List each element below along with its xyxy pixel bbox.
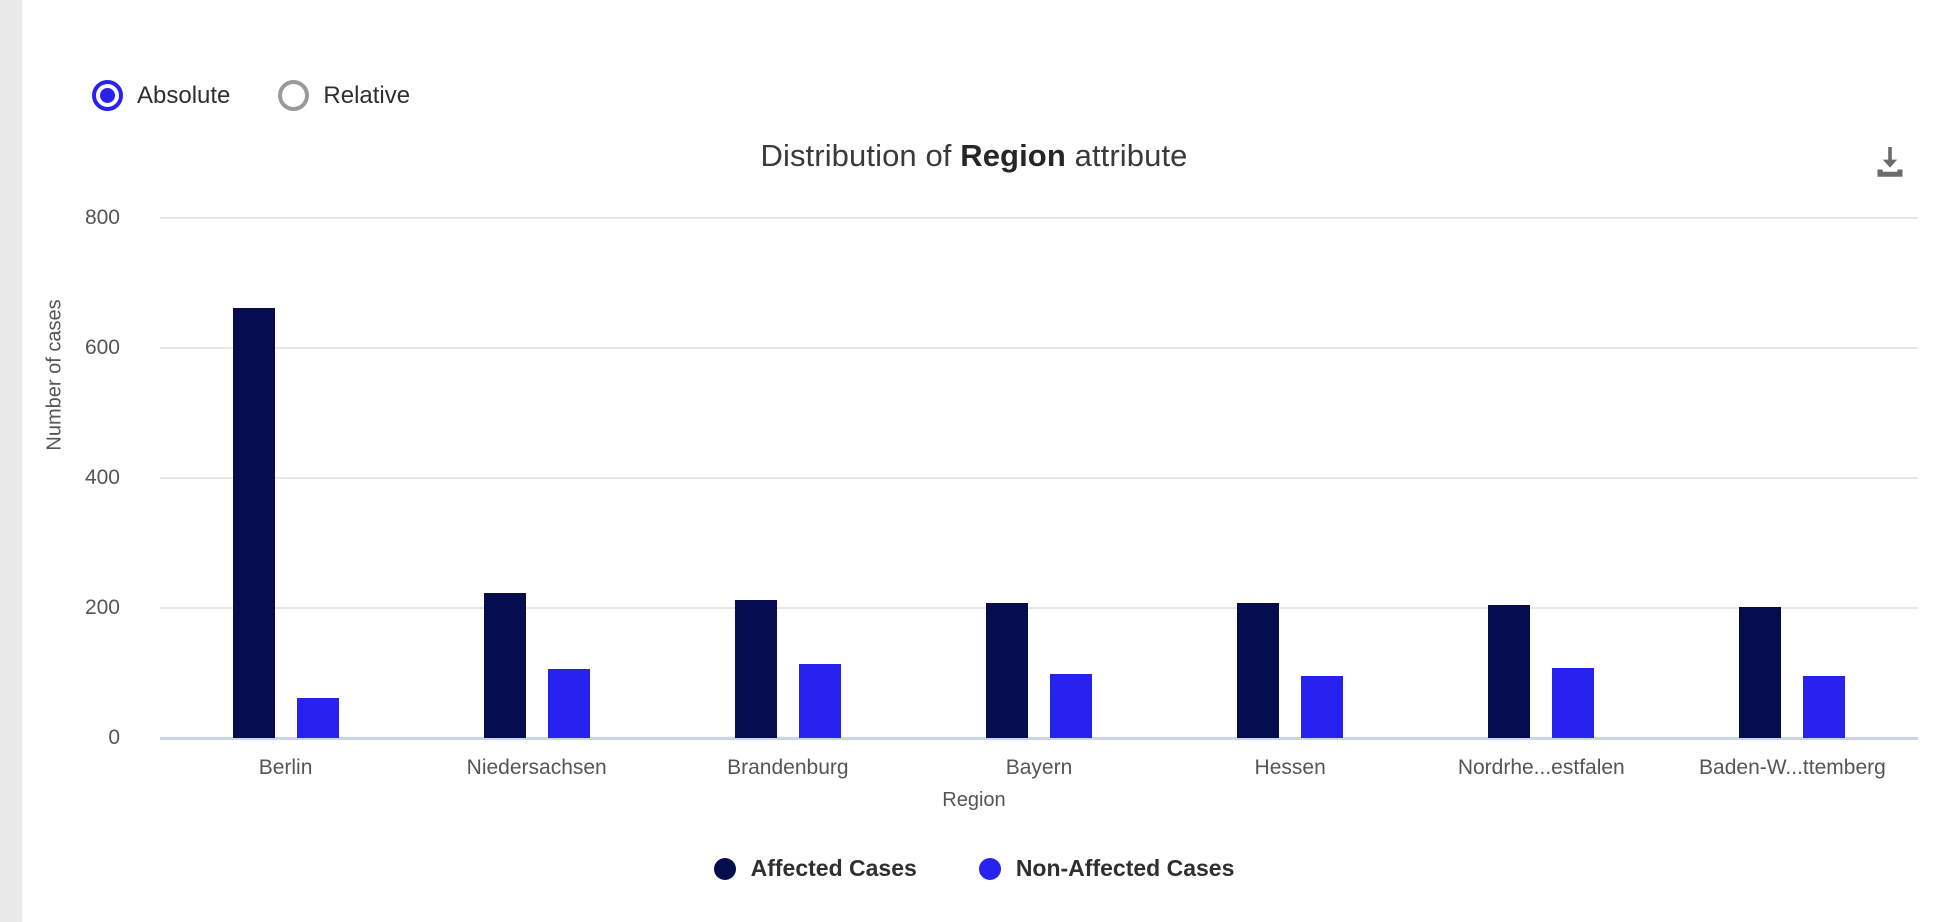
x-tick-label: Brandenburg — [727, 756, 849, 779]
bar-non-affected[interactable] — [798, 663, 841, 738]
x-tick-label: Hessen — [1254, 756, 1326, 779]
bar-non-affected[interactable] — [1301, 676, 1344, 738]
legend-item[interactable]: Affected Cases — [713, 855, 917, 882]
bar-non-affected[interactable] — [296, 698, 339, 738]
x-tick-label: Baden-W...ttemberg — [1699, 756, 1886, 779]
x-tick-label: Niedersachsen — [466, 756, 607, 779]
y-tick-label: 200 — [84, 596, 120, 619]
x-tick-label: Nordrhe...estfalen — [1457, 756, 1625, 779]
y-tick-label: 600 — [84, 336, 120, 359]
y-axis-title: Number of cases — [43, 299, 66, 451]
bars-layer — [160, 0, 1918, 922]
x-tick-label: Berlin — [258, 756, 313, 779]
bar-non-affected[interactable] — [1552, 667, 1595, 738]
bar-affected[interactable] — [1237, 602, 1280, 738]
bar-non-affected[interactable] — [1803, 675, 1846, 738]
y-tick-label: 400 — [84, 466, 120, 489]
y-tick-label: 0 — [108, 726, 120, 749]
x-tick-label: Bayern — [1005, 756, 1073, 779]
bar-non-affected[interactable] — [547, 669, 590, 738]
bar-non-affected[interactable] — [1050, 673, 1092, 738]
chart-page: Absolute Relative Distribution of Region… — [0, 0, 1948, 922]
bar-affected[interactable] — [1739, 606, 1782, 738]
legend-label: Non-Affected Cases — [1015, 855, 1235, 881]
y-tick-label: 800 — [84, 206, 120, 229]
bar-affected[interactable] — [232, 308, 275, 738]
bar-affected[interactable] — [1488, 604, 1531, 738]
legend-item[interactable]: Non-Affected Cases — [978, 855, 1235, 882]
bar-affected[interactable] — [986, 603, 1028, 738]
plot-area: Number of cases Region 0 200 400 600 800 Ber… — [0, 0, 1948, 922]
legend-swatch-icon — [713, 857, 736, 880]
chart-legend: Affected Cases Non-Affected Cases — [0, 855, 1948, 882]
bar-affected[interactable] — [483, 593, 526, 738]
bar-affected[interactable] — [734, 600, 777, 738]
legend-label: Affected Cases — [750, 855, 917, 881]
legend-swatch-icon — [978, 857, 1001, 880]
